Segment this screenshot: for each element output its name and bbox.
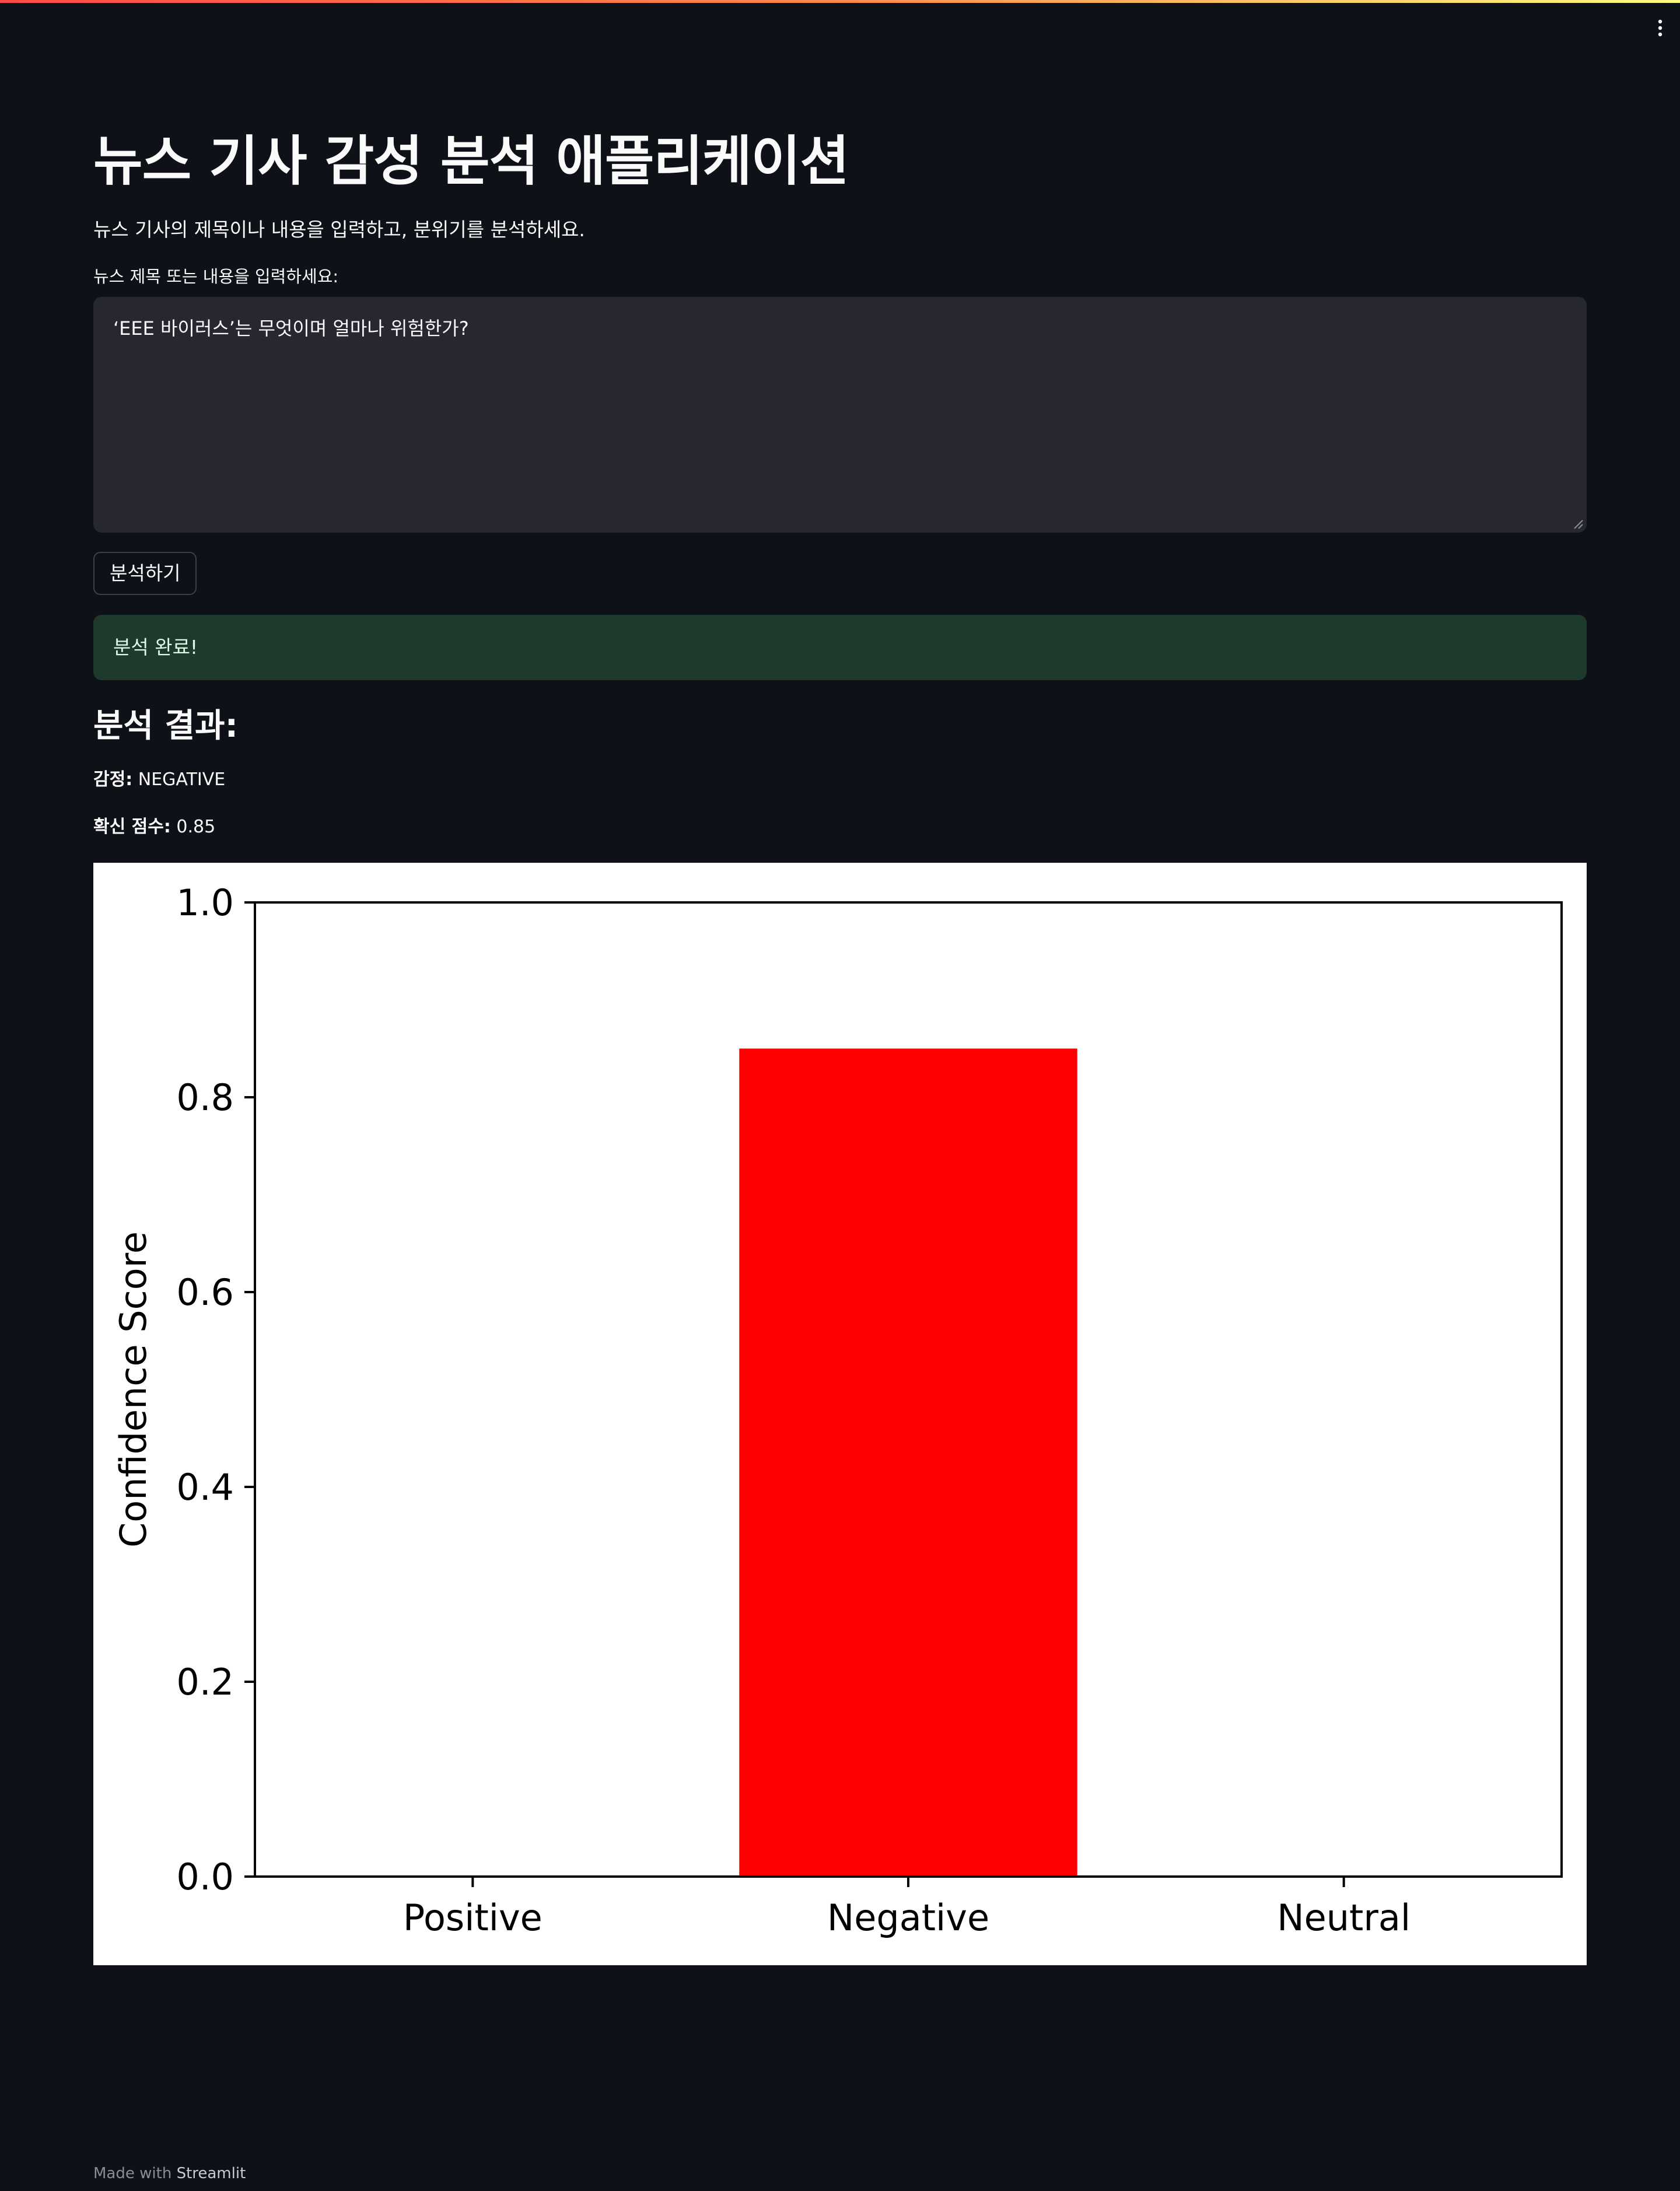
y-tick-label: 0.2 bbox=[176, 1661, 234, 1703]
sentiment-row: 감정: NEGATIVE bbox=[93, 768, 225, 792]
x-tick-label: Neutral bbox=[1277, 1896, 1410, 1939]
news-text-area[interactable]: ‘EEE 바이러스’는 무엇이며 얼마나 위험한가? bbox=[93, 297, 1587, 533]
score-value: 0.85 bbox=[176, 817, 216, 837]
page-title: 뉴스 기사 감성 분석 애플리케이션 bbox=[93, 130, 849, 192]
confidence-chart: 0.0 0.2 0.4 0.6 0.8 1.0 Positive Negative Neutra… bbox=[93, 863, 1587, 1965]
x-tick-label: Negative bbox=[827, 1896, 989, 1939]
score-row: 확신 점수: 0.85 bbox=[93, 815, 215, 839]
footer-brand-link[interactable]: Streamlit bbox=[177, 2165, 246, 2182]
sentiment-value: NEGATIVE bbox=[138, 769, 226, 790]
top-decoration-bar bbox=[0, 0, 1680, 3]
news-input-label: 뉴스 제목 또는 내용을 입력하세요: bbox=[93, 267, 339, 286]
kebab-menu-icon bbox=[1657, 19, 1663, 37]
bar-negative bbox=[739, 1048, 1077, 1877]
news-text-area-value[interactable]: ‘EEE 바이러스’는 무엇이며 얼마나 위험한가? bbox=[113, 314, 1567, 342]
y-tick-label: 1.0 bbox=[176, 881, 234, 924]
result-heading: 분석 결과: bbox=[93, 707, 238, 745]
success-alert: 분석 완료! bbox=[93, 615, 1587, 680]
y-tick-label: 0.0 bbox=[176, 1856, 234, 1898]
resize-handle-icon[interactable] bbox=[1573, 519, 1583, 529]
y-axis-label: Confidence Score bbox=[112, 1231, 155, 1548]
confidence-chart-svg: 0.0 0.2 0.4 0.6 0.8 1.0 Positive Negative Neutra… bbox=[112, 881, 1563, 1939]
sentiment-label: 감정: bbox=[93, 769, 133, 790]
x-tick-label: Positive bbox=[403, 1896, 542, 1939]
y-tick-label: 0.8 bbox=[176, 1076, 234, 1119]
main-menu-button[interactable] bbox=[1648, 15, 1672, 41]
page-subtitle: 뉴스 기사의 제목이나 내용을 입력하고, 분위기를 분석하세요. bbox=[93, 218, 585, 241]
analyze-button[interactable]: 분석하기 bbox=[93, 552, 197, 595]
score-label: 확신 점수: bbox=[93, 817, 171, 837]
success-message: 분석 완료! bbox=[113, 636, 198, 659]
y-tick-label: 0.6 bbox=[176, 1271, 234, 1314]
footer-made-with: Made with bbox=[93, 2165, 172, 2182]
footer: Made with Streamlit bbox=[93, 2163, 246, 2184]
y-tick-label: 0.4 bbox=[176, 1466, 234, 1508]
